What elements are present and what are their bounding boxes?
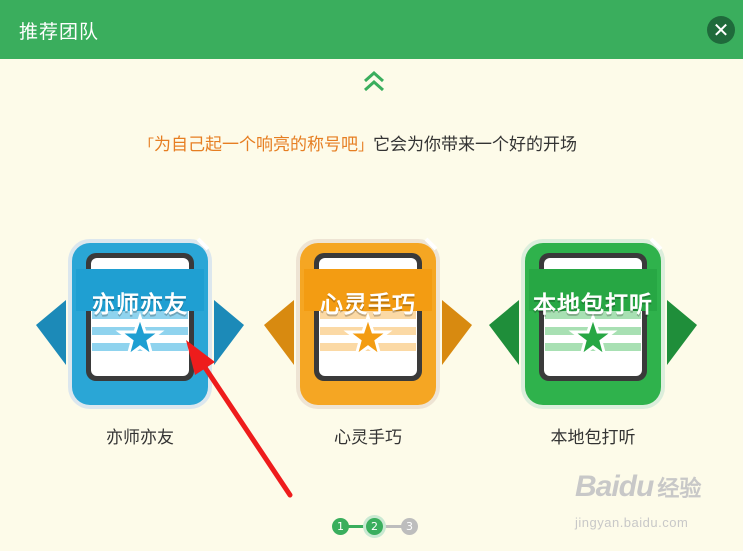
tagline-bracket-open: 「 — [139, 136, 155, 154]
tagline-highlight: 为自己起一个响亮的称号吧 — [154, 135, 359, 155]
close-icon: ✕ — [712, 18, 730, 42]
step-3[interactable]: 3 — [401, 518, 418, 535]
tagline-text: 它会为你带来一个好的开场 — [373, 135, 578, 155]
badge-card-handy[interactable]: 心灵手巧 心灵手巧 — [264, 225, 472, 460]
chevron-up-icon[interactable] — [361, 69, 387, 95]
badge-banner-label: 本地包打听 — [533, 292, 653, 318]
tagline: 「为自己起一个响亮的称号吧」它会为你带来一个好的开场 — [139, 130, 577, 155]
step-2[interactable]: 2 — [366, 518, 383, 535]
tagline-bracket-close: 」 — [358, 136, 374, 154]
badge-banner-label: 亦师亦友 — [92, 292, 188, 318]
badge-caption: 心灵手巧 — [334, 428, 402, 448]
badge-card-teacher-friend[interactable]: 亦师亦友 亦师亦友 — [36, 225, 244, 460]
badge-banner-label: 心灵手巧 — [320, 292, 416, 318]
baidu-watermark: Baidu 经验 jingyan.baidu.com — [575, 470, 725, 540]
watermark-url: jingyan.baidu.com — [575, 515, 689, 530]
step-indicator: 1 2 3 — [330, 518, 420, 538]
step-1[interactable]: 1 — [332, 518, 349, 535]
badge-caption: 本地包打听 — [550, 428, 636, 448]
dialog-header: 推荐团队 ✕ — [0, 0, 743, 59]
watermark-cn: 经验 — [657, 476, 702, 501]
close-button[interactable]: ✕ — [707, 16, 735, 44]
badge-card-local-insider[interactable]: 本地包打听 本地包打听 — [489, 225, 697, 460]
badge-caption: 亦师亦友 — [106, 428, 174, 448]
dialog-title: 推荐团队 — [19, 21, 100, 43]
watermark-brand: Baidu — [575, 470, 654, 503]
